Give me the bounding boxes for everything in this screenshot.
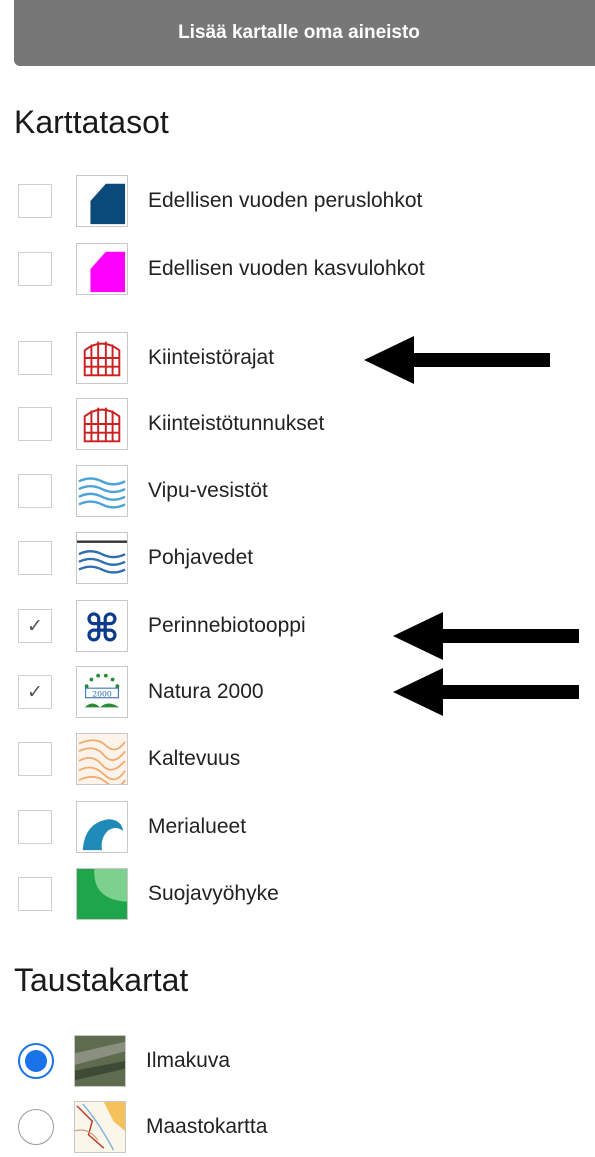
layer-label: Kiinteistörajat [148, 346, 275, 369]
checkbox[interactable] [18, 810, 52, 844]
layer-label: Pohjavedet [148, 546, 254, 569]
layer-item-suojavyohyke[interactable]: Suojavyöhyke [18, 868, 279, 920]
check-icon: ✓ [27, 681, 43, 703]
layer-item-kaltevuus[interactable]: Kaltevuus [18, 733, 241, 785]
layer-label: Kaltevuus [148, 747, 241, 770]
check-icon: ✓ [27, 615, 43, 637]
wave-icon [76, 801, 128, 853]
checkbox-checked[interactable]: ✓ [18, 609, 52, 643]
checkbox[interactable] [18, 541, 52, 575]
layer-item-kasvulohkot[interactable]: Edellisen vuoden kasvulohkot [18, 243, 425, 295]
basemap-label: Maastokartta [146, 1115, 268, 1138]
layer-label: Vipu-vesistöt [148, 479, 268, 502]
layer-label: Merialueet [148, 815, 247, 838]
layer-item-peruslohkot[interactable]: Edellisen vuoden peruslohkot [18, 175, 423, 227]
svg-text:⌘: ⌘ [84, 606, 120, 651]
radio-selected[interactable] [18, 1043, 54, 1079]
background-maps-heading: Taustakartat [14, 962, 189, 998]
left-arrow-icon [393, 612, 579, 660]
basemap-item-maastokartta[interactable]: Maastokartta [18, 1101, 268, 1153]
add-own-data-button[interactable]: Lisää kartalle oma aineisto [14, 0, 595, 66]
buffer-zone-icon [76, 868, 128, 920]
checkbox[interactable] [18, 341, 52, 375]
layer-label: Kiinteistötunnukset [148, 412, 325, 435]
water-waves-icon [76, 465, 128, 517]
natura-icon-text: 2000 [92, 689, 112, 698]
layer-item-natura-2000[interactable]: ✓ 2000 Natura 2000 [18, 666, 264, 718]
aerial-photo-icon [74, 1035, 126, 1087]
groundwater-icon [76, 532, 128, 584]
layer-item-pohjavedet[interactable]: Pohjavedet [18, 532, 254, 584]
blue-parcel-icon [76, 175, 128, 227]
layer-item-vipu-vesistot[interactable]: Vipu-vesistöt [18, 465, 268, 517]
checkbox[interactable] [18, 742, 52, 776]
checkbox[interactable] [18, 877, 52, 911]
left-arrow-icon [364, 336, 550, 384]
layer-label: Suojavyöhyke [148, 882, 279, 905]
left-arrow-icon [393, 668, 579, 716]
layer-label: Edellisen vuoden peruslohkot [148, 189, 423, 212]
checkbox[interactable] [18, 407, 52, 441]
red-fence-icon [76, 332, 128, 384]
layer-item-kiinteistotunnukset[interactable]: Kiinteistötunnukset [18, 398, 325, 450]
layer-item-kiinteistorajat[interactable]: Kiinteistörajat [18, 332, 275, 384]
layer-label: Natura 2000 [148, 680, 264, 703]
checkbox[interactable] [18, 184, 52, 218]
radio-unselected[interactable] [18, 1109, 54, 1145]
layer-item-merialueet[interactable]: Merialueet [18, 801, 247, 853]
command-symbol-icon: ⌘ [76, 600, 128, 652]
layer-item-perinnebiotooppi[interactable]: ✓ ⌘ Perinnebiotooppi [18, 600, 306, 652]
natura-2000-icon: 2000 [76, 666, 128, 718]
basemap-item-ilmakuva[interactable]: Ilmakuva [18, 1035, 231, 1087]
checkbox-checked[interactable]: ✓ [18, 675, 52, 709]
checkbox[interactable] [18, 252, 52, 286]
red-fence-icon [76, 398, 128, 450]
layer-label: Edellisen vuoden kasvulohkot [148, 257, 425, 280]
basemap-label: Ilmakuva [146, 1049, 231, 1072]
checkbox[interactable] [18, 474, 52, 508]
magenta-parcel-icon [76, 243, 128, 295]
layer-label: Perinnebiotooppi [148, 614, 306, 637]
contour-icon [76, 733, 128, 785]
layers-heading: Karttatasot [14, 104, 169, 140]
terrain-map-icon [74, 1101, 126, 1153]
